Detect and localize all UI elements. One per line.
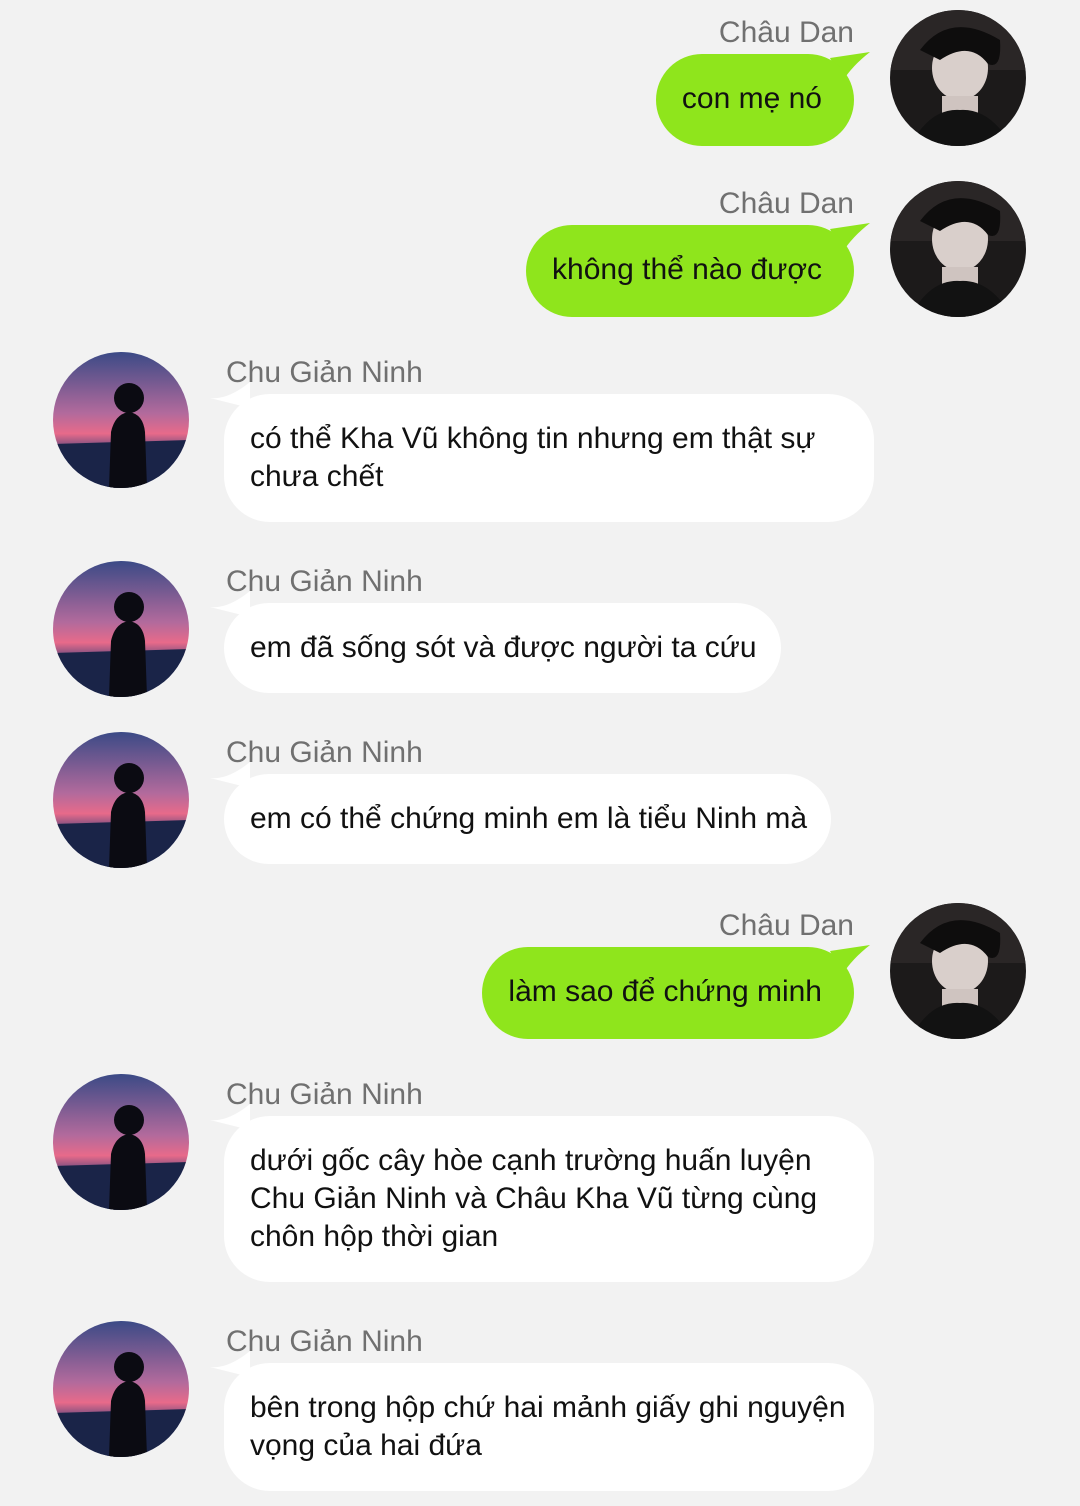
message-bubble[interactable]: làm sao để chứng minh [482,947,854,1039]
message-bubble[interactable]: không thể nào được [526,225,854,317]
avatar-chu-gian-ninh[interactable] [53,1321,189,1457]
sender-name: Chu Giản Ninh [226,1325,423,1358]
sender-name: Chu Giản Ninh [226,736,423,769]
message-bubble[interactable]: em có thể chứng minh em là tiểu Ninh mà [224,774,832,864]
chat-thread: Châu Dan con mẹ nó Châu Dan không thể nà… [0,0,1080,1506]
avatar-chau-dan[interactable] [890,181,1026,317]
avatar-chau-dan[interactable] [890,10,1026,146]
avatar-chu-gian-ninh[interactable] [53,352,189,488]
sender-name: Châu Dan [718,187,854,220]
message-bubble[interactable]: bên trong hộp chứ hai mảnh giấy ghi nguy… [224,1363,874,1491]
message-bubble[interactable]: có thể Kha Vũ không tin nhưng em thật sự… [224,394,874,522]
avatar-chu-gian-ninh[interactable] [53,1074,189,1210]
avatar-chu-gian-ninh[interactable] [53,732,189,868]
sender-name: Châu Dan [718,909,854,942]
sender-name: Chu Giản Ninh [226,565,423,598]
sender-name: Chu Giản Ninh [226,1078,423,1111]
message-bubble[interactable]: con mẹ nó [655,54,854,146]
message-bubble[interactable]: dưới gốc cây hòe cạnh trường huấn luyện … [224,1116,874,1282]
sender-name: Châu Dan [718,16,854,49]
avatar-chu-gian-ninh[interactable] [53,561,189,697]
sender-name: Chu Giản Ninh [226,356,423,389]
message-bubble[interactable]: em đã sống sót và được người ta cứu [224,603,781,693]
avatar-chau-dan[interactable] [890,903,1026,1039]
